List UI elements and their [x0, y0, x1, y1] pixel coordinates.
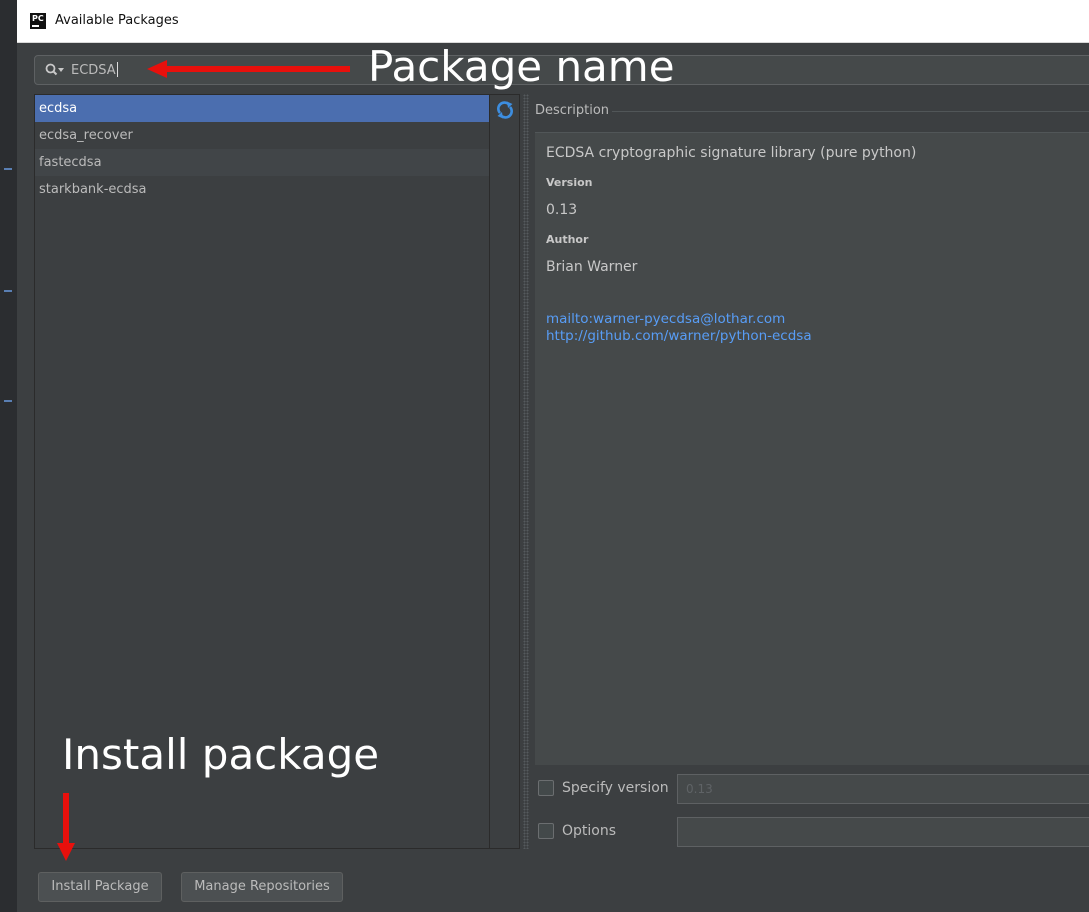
- specify-version-checkbox[interactable]: [538, 780, 554, 796]
- package-summary: ECDSA cryptographic signature library (p…: [546, 145, 917, 161]
- edge-marker: [4, 168, 12, 170]
- refresh-icon[interactable]: [496, 101, 514, 119]
- options-field[interactable]: [677, 817, 1089, 847]
- title-bar: PC Available Packages: [17, 0, 1089, 43]
- package-list-item[interactable]: ecdsa_recover: [35, 122, 489, 149]
- annotation-package-name: Package name: [368, 42, 675, 91]
- window-title: Available Packages: [55, 13, 179, 28]
- author-email-link[interactable]: mailto:warner-pyecdsa@lothar.com: [546, 311, 785, 327]
- specify-version-label: Specify version: [562, 780, 669, 796]
- install-package-button[interactable]: Install Package: [38, 872, 162, 902]
- background-window-edge: [0, 0, 17, 912]
- description-panel: ECDSA cryptographic signature library (p…: [535, 132, 1089, 765]
- arrow-shape: [57, 793, 75, 861]
- arrow-shape: [147, 60, 350, 78]
- search-icon[interactable]: [45, 63, 65, 77]
- package-list-item[interactable]: ecdsa: [35, 95, 489, 122]
- version-value: 0.13: [546, 202, 578, 218]
- author-value: Brian Warner: [546, 259, 638, 275]
- annotation-arrow-down: [57, 793, 75, 861]
- description-header: Description: [535, 103, 610, 118]
- version-label: Version: [546, 176, 593, 189]
- annotation-arrow-left: [147, 60, 350, 78]
- manage-repositories-button[interactable]: Manage Repositories: [181, 872, 343, 902]
- annotation-install-package: Install package: [62, 730, 380, 779]
- text-caret: [116, 62, 118, 77]
- options-label: Options: [562, 823, 617, 839]
- edge-marker: [4, 290, 12, 292]
- homepage-link[interactable]: http://github.com/warner/python-ecdsa: [546, 328, 812, 344]
- description-divider: [612, 111, 1089, 112]
- version-field[interactable]: 0.13: [677, 774, 1089, 804]
- edge-marker: [4, 400, 12, 402]
- search-query-text: ECDSA: [71, 63, 116, 78]
- package-list-item[interactable]: starkbank-ecdsa: [35, 176, 489, 203]
- list-toolbar: [490, 94, 520, 849]
- options-checkbox[interactable]: [538, 823, 554, 839]
- splitter-handle[interactable]: [523, 94, 529, 849]
- available-packages-dialog: PC Available Packages ECDSA ecdsa ecdsa_…: [0, 0, 1089, 912]
- app-icon-text: PC: [32, 14, 44, 23]
- pycharm-app-icon: PC: [30, 13, 46, 29]
- package-list-item[interactable]: fastecdsa: [35, 149, 489, 176]
- author-label: Author: [546, 233, 589, 246]
